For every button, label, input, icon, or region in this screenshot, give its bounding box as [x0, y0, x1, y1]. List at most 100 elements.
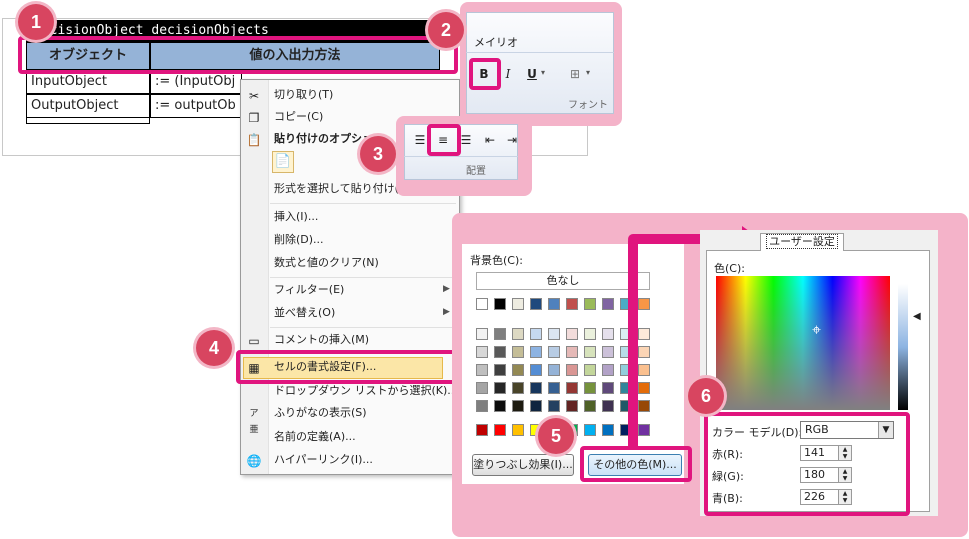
color-swatch[interactable]: [638, 328, 650, 340]
color-swatch[interactable]: [512, 298, 524, 310]
color-swatch[interactable]: [566, 298, 578, 310]
color-swatch[interactable]: [494, 346, 506, 358]
underline-dropdown-icon[interactable]: ▾: [541, 68, 545, 77]
menu-item-define-name[interactable]: 名前の定義(A)...: [274, 427, 356, 447]
menu-item-hyperlink[interactable]: ハイパーリンク(I)...: [274, 450, 373, 470]
color-swatch[interactable]: [512, 424, 524, 436]
color-swatch[interactable]: [512, 328, 524, 340]
color-swatch[interactable]: [548, 298, 560, 310]
color-swatch[interactable]: [530, 400, 542, 412]
color-swatch[interactable]: [494, 400, 506, 412]
color-swatch[interactable]: [530, 346, 542, 358]
menu-item-filter[interactable]: フィルター(E): [274, 280, 344, 300]
highlight-bold: [469, 58, 501, 90]
paste-option-icon[interactable]: 📄: [272, 151, 294, 173]
connector-line: [628, 236, 638, 446]
color-swatch[interactable]: [584, 400, 596, 412]
color-swatch[interactable]: [602, 346, 614, 358]
color-swatch[interactable]: [602, 364, 614, 376]
italic-button[interactable]: I: [498, 64, 518, 84]
callout-3: 3: [360, 136, 396, 172]
color-swatch[interactable]: [494, 328, 506, 340]
menu-item-cut[interactable]: 切り取り(T): [274, 85, 333, 105]
color-swatch[interactable]: [548, 364, 560, 376]
color-swatch[interactable]: [584, 382, 596, 394]
color-label: 色(C):: [714, 262, 745, 275]
color-swatch[interactable]: [494, 298, 506, 310]
color-swatch[interactable]: [476, 346, 488, 358]
color-swatch[interactable]: [584, 298, 596, 310]
color-swatch[interactable]: [566, 400, 578, 412]
menu-item-insert[interactable]: 挿入(I)...: [274, 207, 318, 227]
ribbon-divider: [404, 156, 518, 157]
decrease-indent-icon[interactable]: ⇤: [480, 130, 500, 150]
border-dropdown-icon[interactable]: ▾: [586, 68, 590, 77]
cell-row2-col1[interactable]: OutputObject: [26, 94, 150, 118]
callout-1: 1: [18, 4, 54, 40]
color-swatch[interactable]: [494, 424, 506, 436]
color-swatch[interactable]: [638, 346, 650, 358]
scissors-icon: ✂: [248, 89, 260, 103]
color-swatch[interactable]: [530, 298, 542, 310]
luminance-pointer-icon[interactable]: ◀: [913, 311, 921, 322]
color-swatch[interactable]: [530, 382, 542, 394]
underline-button[interactable]: U: [522, 64, 542, 84]
color-swatch[interactable]: [512, 382, 524, 394]
color-swatch[interactable]: [548, 346, 560, 358]
luminance-bar[interactable]: [898, 284, 908, 410]
color-swatch[interactable]: [602, 400, 614, 412]
color-swatch[interactable]: [476, 298, 488, 310]
color-swatch[interactable]: [476, 424, 488, 436]
color-swatch[interactable]: [512, 400, 524, 412]
bg-color-label: 背景色(C):: [470, 254, 523, 267]
color-swatch[interactable]: [638, 298, 650, 310]
color-swatch[interactable]: [602, 424, 614, 436]
color-swatch[interactable]: [602, 382, 614, 394]
color-swatch[interactable]: [530, 328, 542, 340]
color-swatch[interactable]: [638, 400, 650, 412]
menu-item-furigana[interactable]: ふりがなの表示(S): [274, 403, 367, 423]
color-swatch[interactable]: [602, 298, 614, 310]
menu-separator: [270, 203, 456, 204]
color-swatch[interactable]: [512, 364, 524, 376]
highlight-rgb: [704, 412, 910, 516]
color-swatch[interactable]: [566, 346, 578, 358]
color-swatch[interactable]: [476, 400, 488, 412]
color-swatch[interactable]: [494, 364, 506, 376]
color-spectrum[interactable]: [716, 276, 890, 410]
crosshair-icon[interactable]: ⌖: [812, 322, 821, 338]
color-swatch[interactable]: [530, 364, 542, 376]
menu-item-sort[interactable]: 並べ替え(O): [274, 303, 335, 323]
color-swatch[interactable]: [566, 328, 578, 340]
color-swatch[interactable]: [476, 364, 488, 376]
border-icon[interactable]: ⊞: [565, 64, 585, 84]
cell-row2-col2[interactable]: := outputOb: [150, 94, 242, 118]
color-swatch[interactable]: [548, 328, 560, 340]
no-color-button[interactable]: 色なし: [476, 272, 650, 290]
color-swatch[interactable]: [494, 382, 506, 394]
menu-item-copy[interactable]: コピー(C): [274, 107, 323, 127]
color-swatch[interactable]: [584, 328, 596, 340]
tab-custom[interactable]: ユーザー設定: [760, 233, 844, 251]
color-swatch[interactable]: [548, 382, 560, 394]
increase-indent-icon[interactable]: ⇥: [502, 130, 522, 150]
color-swatch[interactable]: [566, 364, 578, 376]
fill-effects-button[interactable]: 塗りつぶし効果(I)...: [472, 454, 574, 476]
color-swatch[interactable]: [512, 346, 524, 358]
color-swatch[interactable]: [584, 364, 596, 376]
color-swatch[interactable]: [566, 382, 578, 394]
color-swatch[interactable]: [476, 328, 488, 340]
menu-item-delete[interactable]: 削除(D)...: [274, 230, 324, 250]
menu-item-insert-comment[interactable]: コメントの挿入(M): [274, 330, 369, 350]
color-swatch[interactable]: [638, 364, 650, 376]
color-swatch[interactable]: [584, 424, 596, 436]
color-swatch[interactable]: [548, 400, 560, 412]
font-name-box[interactable]: メイリオ: [474, 34, 518, 50]
menu-item-clear[interactable]: 数式と値のクリア(N): [274, 253, 379, 273]
color-swatch[interactable]: [638, 382, 650, 394]
color-swatch[interactable]: [476, 382, 488, 394]
color-swatch[interactable]: [584, 346, 596, 358]
menu-item-pick-list[interactable]: ドロップダウン リストから選択(K)...: [274, 381, 458, 401]
color-swatch[interactable]: [602, 328, 614, 340]
color-swatch[interactable]: [638, 424, 650, 436]
